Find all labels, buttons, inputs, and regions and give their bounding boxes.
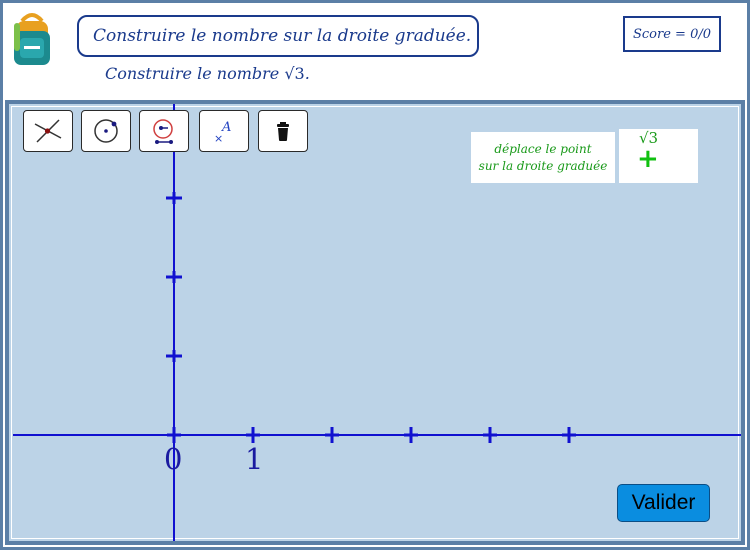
exercise-title: Construire le nombre sur la droite gradu… — [77, 15, 479, 57]
validate-button[interactable]: Valider — [617, 484, 710, 522]
instruction-number: √3 — [284, 64, 305, 83]
point-tool[interactable]: A × — [199, 110, 249, 152]
draggable-point[interactable]: + — [637, 144, 659, 174]
svg-text:×: × — [214, 132, 223, 145]
instruction-prefix: Construire le nombre — [105, 64, 285, 83]
hint-line-2: sur la droite graduée — [478, 158, 608, 173]
delete-tool[interactable] — [258, 110, 308, 152]
intersection-icon — [34, 119, 62, 143]
score-display: Score = 0/0 — [623, 16, 721, 52]
circle-tool[interactable] — [81, 110, 131, 152]
geometry-panel[interactable]: 0 1 A × déplace le point sur la droite g… — [5, 100, 745, 545]
compass-icon — [153, 119, 173, 144]
compass-tool[interactable] — [139, 110, 189, 152]
circle-center-point-icon — [94, 119, 118, 143]
hint-line-1: déplace le point — [494, 141, 592, 156]
instruction-suffix: . — [304, 64, 310, 83]
trash-icon — [277, 122, 289, 141]
intersection-tool[interactable] — [23, 110, 73, 152]
tick-label-0: 0 — [164, 442, 182, 476]
backpack-icon — [14, 13, 50, 65]
instruction-text: Construire le nombre √3. — [105, 64, 310, 83]
point-label-icon: A × — [214, 120, 231, 145]
hint-box: déplace le point sur la droite graduée — [471, 132, 615, 183]
draggable-point-box: √3 + — [619, 129, 698, 183]
tick-label-1: 1 — [245, 442, 263, 476]
